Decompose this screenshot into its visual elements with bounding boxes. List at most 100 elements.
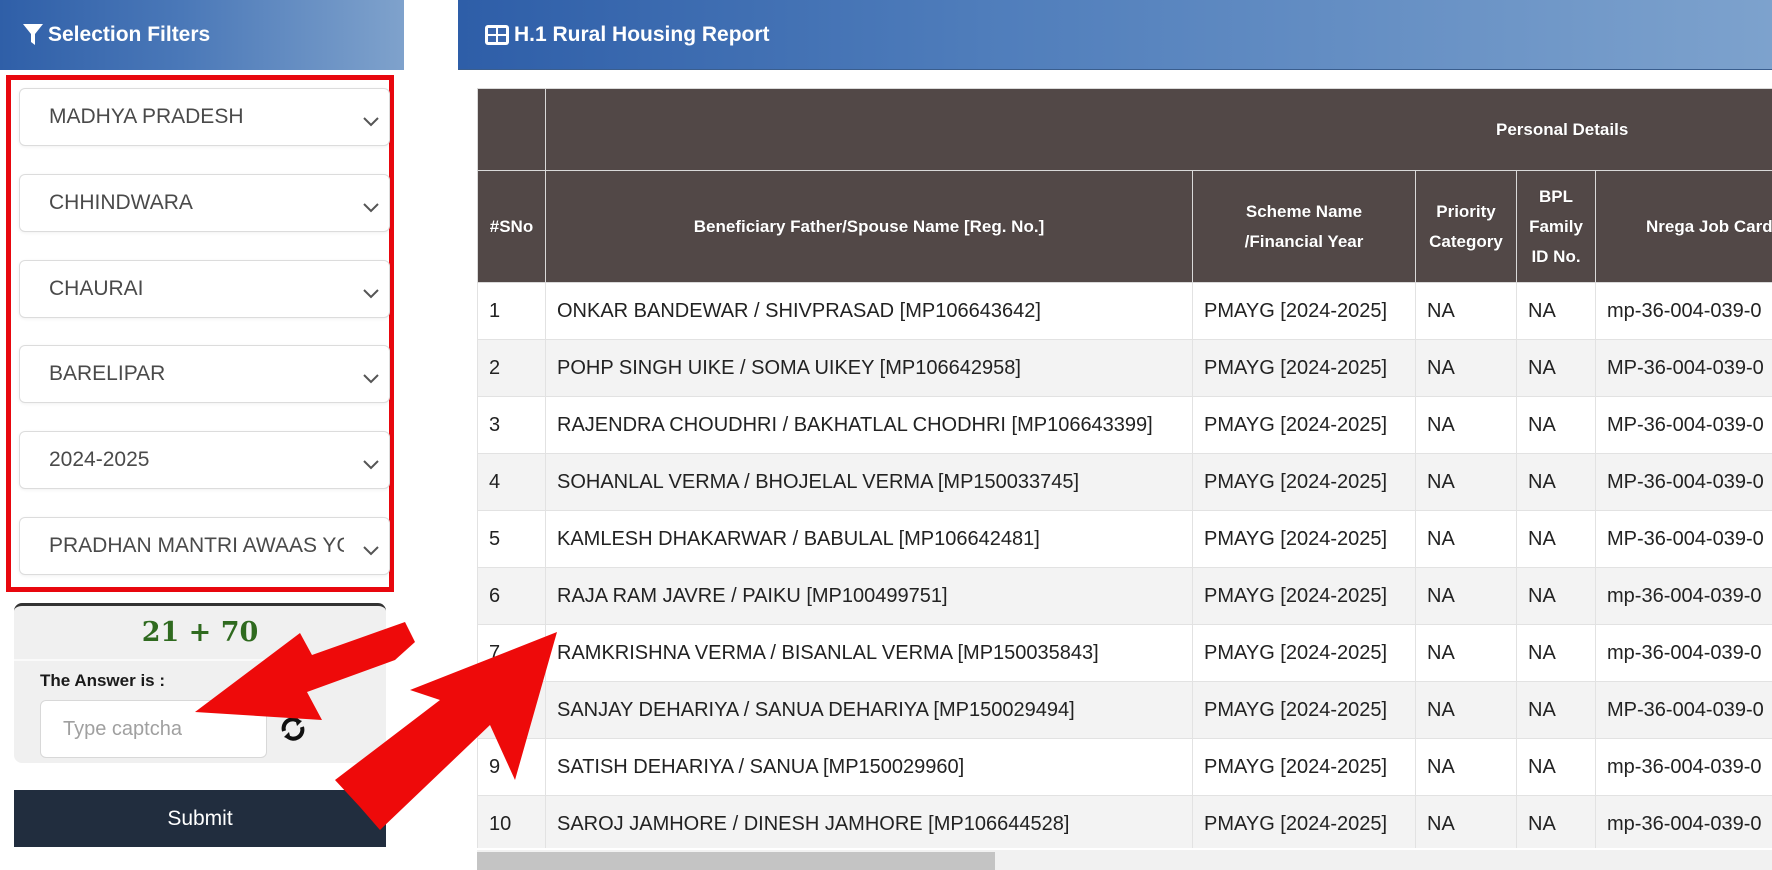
scheme-header-label: Scheme Name /Financial Year (1244, 201, 1364, 251)
cell-priority: NA (1415, 396, 1517, 454)
district-select-value: CHHINDWARA (49, 191, 193, 214)
table-row[interactable]: 10 SAROJ JAMHORE / DINESH JAMHORE [MP1066… (477, 795, 1772, 848)
cell-bpl: NA (1516, 624, 1596, 682)
cell-bpl: NA (1516, 339, 1596, 397)
cell-sno: 5 (477, 510, 546, 568)
refresh-icon[interactable] (278, 714, 308, 749)
cell-priority: NA (1415, 738, 1517, 796)
cell-bpl: NA (1516, 681, 1596, 739)
cell-name: SANJAY DEHARIYA / SANUA DEHARIYA [MP1500… (545, 681, 1193, 739)
cell-scheme: PMAYG [2024-2025] (1192, 282, 1416, 340)
cell-scheme: PMAYG [2024-2025] (1192, 396, 1416, 454)
column-header-scheme[interactable]: Scheme Name /Financial Year (1192, 170, 1416, 283)
cell-scheme: PMAYG [2024-2025] (1192, 339, 1416, 397)
personal-details-label: Personal Details (1496, 119, 1629, 139)
cell-sno: 3 (477, 396, 546, 454)
state-select[interactable]: MADHYA PRADESH (19, 88, 390, 146)
village-select-value: BARELIPAR (49, 362, 166, 385)
header-blank (477, 88, 546, 171)
cell-sno: 4 (477, 453, 546, 511)
cell-bpl: NA (1516, 453, 1596, 511)
scheme-select[interactable]: PRADHAN MANTRI AWAAS YOJANA (19, 517, 390, 575)
cell-nrega: MP-36-004-039-0 (1595, 510, 1772, 568)
cell-name: ONKAR BANDEWAR / SHIVPRASAD [MP106643642… (545, 282, 1193, 340)
table-row[interactable]: 9 SATISH DEHARIYA / SANUA [MP150029960] PM… (477, 738, 1772, 796)
cell-scheme: PMAYG [2024-2025] (1192, 738, 1416, 796)
column-header-nrega[interactable]: Nrega Job Card (1595, 170, 1772, 283)
cell-name: RAJENDRA CHOUDHRI / BAKHATLAL CHODHRI [M… (545, 396, 1193, 454)
nrega-header-label: Nrega Job Card (1646, 216, 1772, 236)
selection-filters-header: Selection Filters (0, 0, 404, 70)
horizontal-scrollbar-thumb[interactable] (477, 852, 995, 870)
report-table-container: Personal Details #SNo Beneficiary Father… (477, 88, 1772, 848)
column-header-bpl[interactable]: BPL Family ID No. (1516, 170, 1596, 283)
horizontal-scrollbar[interactable] (477, 850, 1772, 870)
chevron-down-icon (363, 452, 379, 476)
cell-priority: NA (1415, 567, 1517, 625)
report-title: H.1 Rural Housing Report (514, 22, 770, 46)
cell-name: SOHANLAL VERMA / BHOJELAL VERMA [MP15003… (545, 453, 1193, 511)
block-select[interactable]: CHAURAI (19, 260, 390, 318)
table-row[interactable]: 8 SANJAY DEHARIYA / SANUA DEHARIYA [MP150… (477, 681, 1772, 739)
table-row[interactable]: 7 RAMKRISHNA VERMA / BISANLAL VERMA [MP15… (477, 624, 1772, 682)
chevron-down-icon (363, 538, 379, 562)
cell-nrega: mp-36-004-039-0 (1595, 738, 1772, 796)
cell-sno: 10 (477, 795, 546, 848)
cell-sno: 9 (477, 738, 546, 796)
table-icon (484, 24, 510, 46)
cell-scheme: PMAYG [2024-2025] (1192, 624, 1416, 682)
table-row[interactable]: 2 POHP SINGH UIKE / SOMA UIKEY [MP1066429… (477, 339, 1772, 397)
cell-nrega: MP-36-004-039-0 (1595, 339, 1772, 397)
cell-sno: 6 (477, 567, 546, 625)
cell-name: SATISH DEHARIYA / SANUA [MP150029960] (545, 738, 1193, 796)
column-header-priority[interactable]: Priority Category (1415, 170, 1517, 283)
cell-sno: 2 (477, 339, 546, 397)
cell-bpl: NA (1516, 396, 1596, 454)
chevron-down-icon (363, 366, 379, 390)
block-select-value: CHAURAI (49, 277, 144, 300)
table-row[interactable]: 1 ONKAR BANDEWAR / SHIVPRASAD [MP10664364… (477, 282, 1772, 340)
report-header: H.1 Rural Housing Report (458, 0, 1772, 70)
village-select[interactable]: BARELIPAR (19, 345, 390, 403)
cell-nrega: mp-36-004-039-0 (1595, 624, 1772, 682)
cell-priority: NA (1415, 282, 1517, 340)
cell-priority: NA (1415, 453, 1517, 511)
filter-icon (22, 23, 44, 47)
cell-sno: 7 (477, 624, 546, 682)
cell-priority: NA (1415, 795, 1517, 848)
table-row[interactable]: 4 SOHANLAL VERMA / BHOJELAL VERMA [MP1500… (477, 453, 1772, 511)
financial-year-select[interactable]: 2024-2025 (19, 431, 390, 489)
cell-name: POHP SINGH UIKE / SOMA UIKEY [MP10664295… (545, 339, 1193, 397)
column-header-sno[interactable]: #SNo (477, 170, 546, 283)
table-row[interactable]: 6 RAJA RAM JAVRE / PAIKU [MP100499751] PMA… (477, 567, 1772, 625)
cell-name: RAMKRISHNA VERMA / BISANLAL VERMA [MP150… (545, 624, 1193, 682)
cell-priority: NA (1415, 681, 1517, 739)
group-header-personal-details: Personal Details (545, 88, 1772, 171)
cell-nrega: MP-36-004-039-0 (1595, 453, 1772, 511)
cell-scheme: PMAYG [2024-2025] (1192, 795, 1416, 848)
cell-nrega: mp-36-004-039-0 (1595, 567, 1772, 625)
cell-name: RAJA RAM JAVRE / PAIKU [MP100499751] (545, 567, 1193, 625)
captcha-input[interactable] (40, 700, 267, 758)
cell-bpl: NA (1516, 567, 1596, 625)
cell-scheme: PMAYG [2024-2025] (1192, 567, 1416, 625)
cell-sno: 1 (477, 282, 546, 340)
district-select[interactable]: CHHINDWARA (19, 174, 390, 232)
cell-nrega: MP-36-004-039-0 (1595, 396, 1772, 454)
cell-nrega: mp-36-004-039-0 (1595, 282, 1772, 340)
financial-year-select-value: 2024-2025 (49, 448, 150, 471)
cell-bpl: NA (1516, 795, 1596, 848)
cell-bpl: NA (1516, 510, 1596, 568)
cell-scheme: PMAYG [2024-2025] (1192, 510, 1416, 568)
table-row[interactable]: 5 KAMLESH DHAKARWAR / BABULAL [MP10664248… (477, 510, 1772, 568)
cell-scheme: PMAYG [2024-2025] (1192, 681, 1416, 739)
chevron-down-icon (363, 109, 379, 133)
cell-priority: NA (1415, 510, 1517, 568)
cell-scheme: PMAYG [2024-2025] (1192, 453, 1416, 511)
filter-highlight-box: MADHYA PRADESH CHHINDWARA CHAURAI BARELI… (6, 75, 394, 592)
column-header-beneficiary[interactable]: Beneficiary Father/Spouse Name [Reg. No.… (545, 170, 1193, 283)
captcha-panel: 21 + 70 The Answer is : (14, 603, 386, 763)
table-row[interactable]: 3 RAJENDRA CHOUDHRI / BAKHATLAL CHODHRI [… (477, 396, 1772, 454)
cell-priority: NA (1415, 339, 1517, 397)
submit-button[interactable]: Submit (14, 790, 386, 847)
